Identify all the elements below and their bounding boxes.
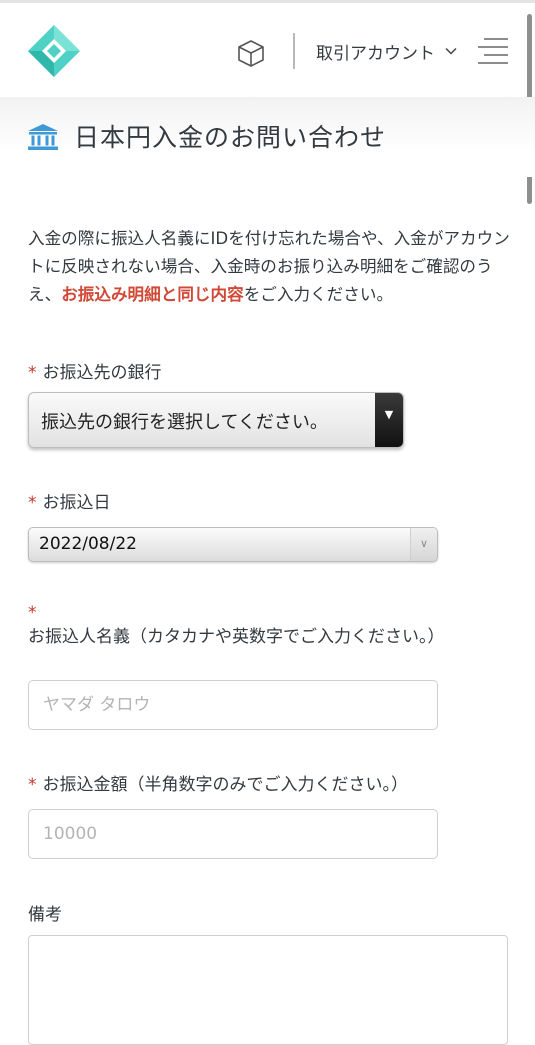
bank-icon [28, 124, 58, 150]
intro-text-2: をご入力ください。 [243, 285, 394, 304]
page-title: 日本円入金のお問い合わせ [74, 123, 387, 152]
required-mark: * [28, 363, 37, 383]
name-label: お振込人名義（カタカナや英数字でご入力ください。） [28, 627, 445, 647]
amount-label-text: お振込金額（半角数字のみでご入力ください。） [42, 775, 409, 795]
diamond-logo-icon[interactable] [26, 23, 82, 79]
header: 取引アカウント [0, 3, 535, 97]
chevron-down-icon: ∨ [410, 528, 437, 561]
remarks-label: 備考 [28, 905, 62, 925]
amount-input[interactable] [28, 809, 438, 859]
intro-text: 入金の際に振込人名義にIDを付け忘れた場合や、入金がアカウントに反映されない場合… [28, 225, 510, 309]
required-mark: * [28, 775, 37, 795]
date-label: * お振込日 [28, 488, 111, 513]
required-mark: * [28, 493, 37, 513]
hamburger-menu-icon[interactable] [478, 37, 508, 65]
header-divider [293, 33, 295, 69]
name-required-mark: * [28, 603, 37, 623]
date-select-value: 2022/08/22 [39, 534, 137, 554]
account-dropdown[interactable]: 取引アカウント [316, 39, 457, 64]
triangle-down-icon: ▼ [375, 393, 403, 447]
amount-label: * お振込金額（半角数字のみでご入力ください。） [28, 770, 408, 795]
cube-icon[interactable] [236, 38, 266, 68]
bank-select[interactable]: 振込先の銀行を選択してください。 ▼ [28, 392, 404, 448]
bank-select-value: 振込先の銀行を選択してください。 [41, 412, 328, 433]
date-label-text: お振込日 [42, 493, 111, 513]
chevron-down-icon [445, 47, 457, 55]
remarks-textarea[interactable] [28, 935, 508, 1045]
intro-emphasis: お振込み明細と同じ内容 [61, 285, 244, 304]
account-label: 取引アカウント [316, 43, 435, 64]
date-select[interactable]: 2022/08/22 ∨ [28, 527, 438, 562]
payer-name-input[interactable] [28, 680, 438, 730]
bank-label-text: お振込先の銀行 [42, 363, 162, 383]
bank-label: * お振込先の銀行 [28, 358, 162, 383]
